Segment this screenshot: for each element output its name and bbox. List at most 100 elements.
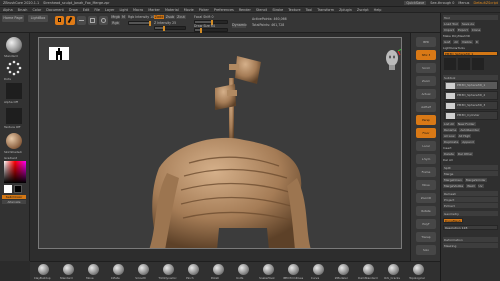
view-button-frame[interactable]: Frame: [416, 167, 436, 177]
view-button-actual[interactable]: Actual: [416, 89, 436, 99]
menu-item-alpha[interactable]: Alpha: [3, 8, 13, 12]
draw-button[interactable]: [66, 16, 75, 25]
extract-header[interactable]: Extract: [443, 203, 498, 208]
goz-button[interactable]: GoZ: [443, 39, 452, 44]
del-other-button[interactable]: Del Other: [456, 151, 474, 156]
brush-snakehook-icon[interactable]: [263, 264, 274, 275]
quicksave-button[interactable]: QuickSave: [404, 1, 427, 5]
menu-item-file[interactable]: File: [94, 8, 100, 12]
menu-item-picker[interactable]: Picker: [199, 8, 209, 12]
m-button[interactable]: M: [121, 15, 126, 19]
menu-item-document[interactable]: Document: [46, 8, 64, 12]
brush-damstandard-icon[interactable]: [363, 264, 374, 275]
z-intensity-slider[interactable]: [154, 26, 186, 31]
secondary-color-swatch[interactable]: [14, 185, 22, 193]
deformation-header[interactable]: Deformation: [443, 237, 498, 242]
rgb-intensity-slider[interactable]: [128, 21, 151, 26]
move-button[interactable]: [77, 16, 86, 25]
tool-palette-header[interactable]: Tool: [443, 15, 498, 20]
brush-claybuildup-icon[interactable]: [38, 264, 49, 275]
project-header[interactable]: Project: [443, 197, 498, 202]
lightbox-tools-button[interactable]: Lightbox▸Tools: [443, 45, 498, 50]
brush-trimdynamic-icon[interactable]: [163, 264, 174, 275]
view-button-rotate[interactable]: Rotate: [416, 206, 436, 216]
scale-button[interactable]: [88, 16, 97, 25]
menu-item-edit[interactable]: Edit: [83, 8, 90, 12]
brush-inflate-icon[interactable]: [113, 264, 124, 275]
view-button-bpr[interactable]: BPR: [416, 37, 436, 47]
menu-item-draw[interactable]: Draw: [69, 8, 78, 12]
subtool-item[interactable]: PM3D_Sphere3D_2: [444, 91, 498, 100]
visible-button[interactable]: Visible: [460, 39, 473, 44]
mrgb-button[interactable]: Mrgb: [111, 15, 120, 19]
alpha-thumbnail[interactable]: [6, 83, 22, 99]
append-button[interactable]: Append: [461, 139, 475, 144]
tool-thumbnail-3[interactable]: [472, 58, 484, 70]
zsub-button[interactable]: Zsub: [165, 15, 175, 19]
texture-thumbnail[interactable]: [6, 108, 22, 124]
view-button-zoom[interactable]: Zoom: [416, 76, 436, 86]
brush-pinch-icon[interactable]: [188, 264, 199, 275]
see-through-slider[interactable]: See-through 0: [430, 1, 454, 5]
view-button-scroll[interactable]: Scroll: [416, 63, 436, 73]
brush-knife-icon[interactable]: [238, 264, 249, 275]
merge-similar-button[interactable]: MergeSimilar: [464, 177, 487, 182]
menu-item-stroke[interactable]: Stroke: [272, 8, 283, 12]
home-page-button[interactable]: Home Page: [2, 15, 24, 22]
menu-item-marker[interactable]: Marker: [148, 8, 160, 12]
subtool-item[interactable]: PM3D_Sphere3D_1: [444, 81, 498, 90]
view-button-polyf[interactable]: PolyF: [416, 219, 436, 229]
new-folder-button[interactable]: New Folder: [456, 121, 476, 126]
tool-thumbnail[interactable]: [444, 58, 456, 70]
view-button-aahalf[interactable]: AAHalf: [416, 102, 436, 112]
menu-item-zscript[interactable]: Zscript: [357, 8, 369, 12]
brush-topological-icon[interactable]: [413, 264, 424, 275]
list-all-button[interactable]: List All: [443, 121, 455, 126]
menu-item-layer[interactable]: Layer: [105, 8, 114, 12]
merge-visible-button[interactable]: MergeVisible: [443, 183, 465, 188]
subtool-item[interactable]: PM3D_Sphere3D_3: [444, 101, 498, 110]
menu-item-preferences[interactable]: Preferences: [214, 8, 234, 12]
view-button-local[interactable]: Local: [416, 141, 436, 151]
remesh-header[interactable]: Remesh: [443, 191, 498, 196]
main-color-swatch[interactable]: [4, 185, 12, 193]
brush-orb-cracks-icon[interactable]: [388, 264, 399, 275]
brush-standard-icon[interactable]: [63, 264, 74, 275]
menu-item-material[interactable]: Material: [165, 8, 179, 12]
export-button[interactable]: Export: [456, 27, 469, 32]
menu-item-light[interactable]: Light: [119, 8, 127, 12]
menu-item-render[interactable]: Render: [239, 8, 251, 12]
rename-button[interactable]: Rename: [443, 127, 458, 132]
menu-item-macro[interactable]: Macro: [133, 8, 143, 12]
brush-imm-primitives-icon[interactable]: [288, 264, 299, 275]
material-icon[interactable]: [6, 133, 22, 149]
clone-button[interactable]: Clone: [470, 27, 482, 32]
duplicate-button[interactable]: Duplicate: [443, 139, 460, 144]
rgb-button[interactable]: Rgb: [111, 21, 120, 25]
tool-name-slider[interactable]: PM3D_Sphere3D_1: [443, 51, 498, 56]
view-button-spix-3[interactable]: SPix 3: [416, 50, 436, 60]
autoreorder-button[interactable]: AutoReorder: [459, 127, 481, 132]
dynamesh-button[interactable]: DynaMesh: [443, 218, 463, 223]
view-button-zoomd[interactable]: ZoomD: [416, 193, 436, 203]
brush-curve-icon[interactable]: [313, 264, 324, 275]
switch-color-button[interactable]: SwitchColor: [2, 195, 26, 199]
all-low-button[interactable]: All Low: [443, 133, 456, 138]
color-picker[interactable]: [4, 161, 26, 183]
menu-item-movie[interactable]: Movie: [184, 8, 194, 12]
sirenhead-sculpt[interactable]: [39, 38, 402, 249]
zadd-button[interactable]: Zadd: [154, 15, 164, 19]
menu-item-stencil[interactable]: Stencil: [256, 8, 267, 12]
rotate-button[interactable]: [99, 16, 108, 25]
view-button-move[interactable]: Move: [416, 180, 436, 190]
document-canvas[interactable]: [38, 37, 402, 249]
subtool-item[interactable]: PM3D_Cylinder: [444, 111, 498, 120]
menu-item-color[interactable]: Color: [32, 8, 41, 12]
menu-item-texture[interactable]: Texture: [288, 8, 300, 12]
import-button[interactable]: Import: [443, 27, 455, 32]
menu-item-brush[interactable]: Brush: [18, 8, 28, 12]
dynamic-toggle[interactable]: Dynamic: [232, 23, 247, 28]
menu-item-transform[interactable]: Transform: [317, 8, 334, 12]
load-tool-button[interactable]: Load Tool: [443, 21, 459, 26]
all-button[interactable]: All: [453, 39, 459, 44]
